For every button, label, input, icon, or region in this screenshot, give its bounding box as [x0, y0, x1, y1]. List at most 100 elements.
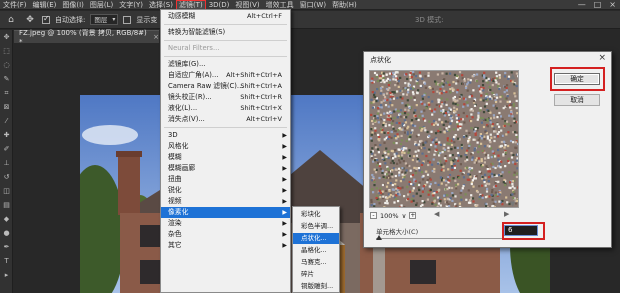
pen-icon[interactable]: ✒ [0, 240, 13, 254]
shortcut-label: Shift+Ctrl+R [240, 93, 282, 101]
filter-menu-item-label: 渲染 [168, 219, 182, 227]
menu-edit[interactable]: 编辑(E) [30, 0, 60, 10]
shortcut-label: Alt+Shift+Ctrl+A [226, 71, 282, 79]
filter-menu-item[interactable]: 视频 ▶ [161, 196, 290, 207]
filter-menu-item[interactable]: 杂色 ▶ [161, 229, 290, 240]
submenu-arrow-icon: ▶ [282, 176, 287, 183]
filter-menu-item[interactable]: 消失点(V)... Alt+Ctrl+V [161, 114, 290, 125]
frame-icon[interactable]: ⊠ [0, 100, 13, 114]
menu-window[interactable]: 窗口(W) [297, 0, 329, 10]
filter-menu-item-label: 动感模糊 [168, 12, 196, 20]
healing-icon[interactable]: ✚ [0, 128, 13, 142]
mode-3d-label: 3D 模式: [415, 15, 444, 24]
submenu-arrow-icon: ▶ [282, 165, 287, 172]
filter-menu-item[interactable]: 扭曲 ▶ [161, 174, 290, 185]
close-tab-icon[interactable]: × [153, 33, 159, 41]
filter-menu-item[interactable]: 模糊画廊 ▶ [161, 163, 290, 174]
filter-menu-item[interactable]: 锐化 ▶ [161, 185, 290, 196]
shortcut-label: Alt+Ctrl+F [247, 12, 282, 20]
pixelate-submenu-item[interactable]: 马赛克... [293, 257, 339, 268]
ok-button[interactable]: 确定 [554, 73, 600, 85]
auto-select-dropdown[interactable]: 图层 [90, 14, 119, 25]
eraser-icon[interactable]: ◫ [0, 184, 13, 198]
stamp-icon[interactable]: ⊥ [0, 156, 13, 170]
dialog-close-icon[interactable]: × [598, 53, 606, 63]
preview-scroll-left-icon[interactable]: ◀ [434, 210, 439, 218]
menu-bar: 文件(F) 编辑(E) 图像(I) 图层(L) 文字(Y) 选择(S) 滤镜(T… [0, 0, 620, 10]
pixelate-submenu: 彩块化 彩色半调... 点状化... 晶格化... 马赛克... 碎片 铜版雕刻... [292, 206, 340, 293]
home-icon[interactable]: ⌂ [4, 13, 18, 27]
maximize-icon[interactable]: □ [594, 0, 602, 10]
filter-menu-item-label: 其它 [168, 241, 182, 249]
blur-icon[interactable]: ◆ [0, 212, 13, 226]
cell-size-input[interactable]: 6 [504, 225, 538, 236]
filter-menu-item[interactable]: 镜头校正(R)... Shift+Ctrl+R [161, 92, 290, 103]
filter-menu-item[interactable]: 自适应广角(A)... Alt+Shift+Ctrl+A [161, 70, 290, 81]
path-select-icon[interactable]: ▸ [0, 268, 13, 282]
cell-size-slider-knob[interactable] [376, 235, 382, 240]
filter-menu-item[interactable]: 其它 ▶ [161, 240, 290, 251]
preview-scroll-right-icon[interactable]: ▶ [504, 210, 509, 218]
filter-menu-item: Neural Filters... [161, 43, 290, 54]
filter-menu-item[interactable]: 渲染 ▶ [161, 218, 290, 229]
filter-menu-item-label: 消失点(V)... [168, 115, 205, 123]
zoom-in-button[interactable]: + [409, 212, 417, 219]
filter-menu-item-label: 模糊 [168, 153, 182, 161]
pixelate-submenu-item[interactable]: 彩块化 [293, 209, 339, 220]
filter-menu-item[interactable]: 滤镜库(G)... [161, 59, 290, 70]
submenu-arrow-icon: ▶ [282, 132, 287, 139]
gradient-icon[interactable]: ▤ [0, 198, 13, 212]
filter-menu-item[interactable]: 转换为智能滤镜(S) [161, 27, 290, 38]
menu-separator [164, 56, 287, 57]
quick-select-icon[interactable]: ✎ [0, 72, 13, 86]
preview-scroll-up-icon[interactable]: ▲ [510, 72, 517, 80]
menu-file[interactable]: 文件(F) [0, 0, 30, 10]
move-icon[interactable]: ✥ [0, 30, 13, 44]
crop-icon[interactable]: ⌗ [0, 86, 13, 100]
text-icon[interactable]: T [0, 254, 13, 268]
shortcut-label: Alt+Ctrl+V [246, 115, 282, 123]
move-tool-icon[interactable]: ✥ [23, 13, 37, 27]
filter-menu-item[interactable]: 动感模糊 Alt+Ctrl+F [161, 11, 290, 22]
submenu-arrow-icon: ▶ [282, 143, 287, 150]
lasso-icon[interactable]: ◌ [0, 58, 13, 72]
menu-type[interactable]: 文字(Y) [116, 0, 146, 10]
close-window-icon[interactable]: × [609, 0, 616, 10]
menu-help[interactable]: 帮助(H) [329, 0, 360, 10]
cancel-button[interactable]: 取消 [554, 94, 600, 106]
pixelate-submenu-item[interactable]: 彩色半调... [293, 221, 339, 232]
dodge-icon[interactable]: ● [0, 226, 13, 240]
menu-image[interactable]: 图像(I) [59, 0, 87, 10]
filter-menu-item-label: 3D [168, 131, 178, 139]
minimize-icon[interactable]: — [578, 0, 586, 10]
zoom-dropdown-chevron-icon[interactable]: ∨ [402, 212, 407, 220]
filter-menu-item[interactable]: 像素化 ▶ [161, 207, 290, 218]
brush-icon[interactable]: ✐ [0, 142, 13, 156]
filter-menu-item-label: 液化(L)... [168, 104, 198, 112]
filter-menu-item[interactable]: 模糊 ▶ [161, 152, 290, 163]
history-brush-icon[interactable]: ↺ [0, 170, 13, 184]
pixelate-submenu-item[interactable]: 晶格化... [293, 245, 339, 256]
auto-select-checkbox[interactable] [42, 14, 50, 24]
pixelate-submenu-item[interactable]: 铜版雕刻... [293, 281, 339, 292]
show-transform-checkbox[interactable] [123, 15, 132, 24]
cell-size-slider[interactable] [376, 235, 506, 240]
marquee-icon[interactable]: ⬚ [0, 44, 13, 58]
filter-menu-item[interactable]: 风格化 ▶ [161, 141, 290, 152]
menu-separator [164, 127, 287, 128]
pointillize-preview-image [370, 71, 518, 207]
filter-menu-item[interactable]: 3D ▶ [161, 130, 290, 141]
filter-menu-item-label: 模糊画廊 [168, 164, 196, 172]
pixelate-submenu-item[interactable]: 碎片 [293, 269, 339, 280]
eyedropper-icon[interactable]: ⁄ [0, 114, 13, 128]
filter-menu-item[interactable]: 液化(L)... Shift+Ctrl+X [161, 103, 290, 114]
filter-menu-item-label: Neural Filters... [168, 44, 220, 52]
pixelate-submenu-item[interactable]: 点状化... [293, 233, 339, 244]
menu-layer[interactable]: 图层(L) [87, 0, 116, 10]
document-tab[interactable]: FZ.jpeg @ 100% (背景 拷贝, RGB/8#) * × [14, 29, 159, 46]
filter-preview[interactable] [369, 70, 519, 208]
zoom-out-button[interactable]: - [370, 212, 377, 219]
preview-scroll-down-icon[interactable]: ▼ [510, 200, 517, 208]
filter-menu-item-label: 镜头校正(R)... [168, 93, 212, 101]
filter-menu-item[interactable]: Camera Raw 滤镜(C)... Shift+Ctrl+A [161, 81, 290, 92]
